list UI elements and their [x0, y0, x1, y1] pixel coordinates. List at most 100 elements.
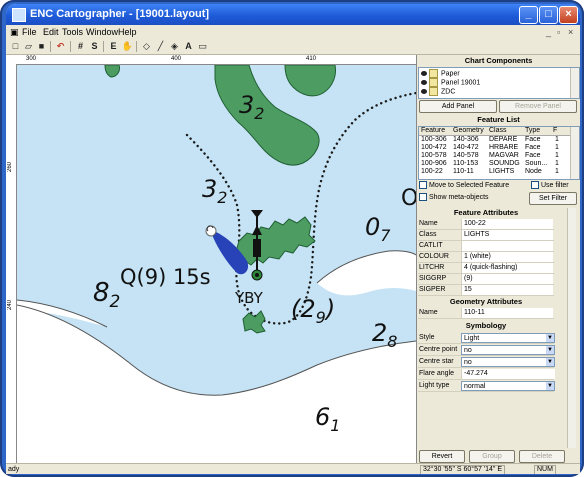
group-button[interactable]: Group — [469, 450, 515, 463]
column-header[interactable]: Feature — [421, 127, 445, 135]
maximize-icon[interactable]: □ — [539, 6, 558, 24]
eye-icon[interactable] — [421, 89, 427, 94]
attribute-value[interactable]: LIGHTS — [461, 230, 553, 240]
save-icon[interactable]: ■ — [35, 40, 48, 52]
component-item[interactable]: ZDC — [421, 87, 455, 96]
select-icon[interactable]: ◇ — [140, 40, 153, 52]
column-header[interactable]: Class — [489, 127, 507, 135]
symbology-name: Style — [419, 334, 435, 341]
attribute-name: SIGGRP — [419, 275, 447, 282]
attribute-value[interactable]: 110-11 — [461, 308, 553, 318]
toolbar-separator — [50, 41, 51, 52]
line-icon[interactable]: ╱ — [154, 40, 167, 52]
centre-point-select[interactable]: no ▼ — [461, 345, 555, 355]
table-header: Feature Geometry Class Type F — [419, 127, 579, 136]
column-header[interactable]: Type — [525, 127, 540, 135]
close-icon[interactable]: × — [559, 6, 578, 24]
title-bar[interactable]: ENC Cartographer - [19001.layout] _ □ × — [6, 4, 580, 25]
feature-attributes-title: Feature Attributes — [417, 208, 555, 218]
table-row[interactable]: 100-306 140-306 DEPARE Face 1 — [419, 136, 579, 144]
attribute-value[interactable]: 1 (white) — [461, 252, 553, 262]
attribute-value[interactable]: 100-22 — [461, 219, 553, 229]
menu-window[interactable]: Window — [86, 25, 118, 39]
light-type-select[interactable]: normal ▼ — [461, 381, 555, 391]
components-list[interactable]: Paper Panel 19001 ZDC — [418, 67, 580, 99]
menu-file[interactable]: File — [22, 25, 37, 39]
s-icon[interactable]: S — [88, 40, 101, 52]
column-header[interactable]: Geometry — [453, 127, 484, 135]
style-select[interactable]: Light ▼ — [461, 333, 555, 343]
status-bar: ady 32°30 '55" S 60°57 '14" E NUM — [6, 463, 580, 474]
component-label: ZDC — [441, 88, 456, 96]
table-row[interactable]: 100-472 140-472 HRBARE Face 1 — [419, 144, 579, 152]
attribute-value[interactable]: 4 (quick-flashing) — [461, 263, 553, 273]
menu-tools[interactable]: Tools — [62, 25, 83, 39]
attribute-value[interactable]: (9) — [461, 274, 553, 284]
doc-icon[interactable]: ▣ — [10, 25, 19, 39]
component-item[interactable]: Panel 19001 — [421, 78, 480, 87]
attribute-value[interactable] — [461, 241, 553, 251]
chevron-down-icon[interactable]: ▼ — [546, 358, 554, 366]
attributes-scrollbar[interactable] — [567, 208, 576, 448]
delete-button[interactable]: Delete — [519, 450, 565, 463]
rect-icon[interactable]: ▭ — [196, 40, 209, 52]
revert-button[interactable]: Revert — [419, 450, 465, 463]
add-panel-button[interactable]: Add Panel — [419, 100, 497, 113]
checkbox-box[interactable] — [531, 181, 539, 190]
remove-panel-button[interactable]: Remove Panel — [499, 100, 577, 113]
checkbox-box[interactable] — [419, 181, 427, 190]
eye-icon[interactable] — [421, 80, 427, 85]
move-to-selected-checkbox[interactable]: Move to Selected Feature — [419, 181, 509, 191]
column-header[interactable]: F — [553, 127, 557, 135]
set-filter-button[interactable]: Set Filter — [529, 192, 577, 205]
area-icon[interactable]: ◈ — [168, 40, 181, 52]
text-tool-icon[interactable]: A — [182, 40, 195, 52]
attribute-row: CATLIT — [418, 241, 554, 252]
use-filter-checkbox[interactable]: Use filter — [531, 181, 569, 191]
minimize-icon[interactable]: _ — [519, 6, 538, 24]
attribute-row: SIGGRP (9) — [418, 274, 554, 285]
e-icon[interactable]: E — [107, 40, 120, 52]
chevron-down-icon[interactable]: ▼ — [546, 382, 554, 390]
components-scrollbar[interactable] — [570, 68, 579, 98]
menu-edit[interactable]: Edit — [43, 25, 59, 39]
table-row[interactable]: 100-906 110-153 SOUNDG Soun... 1 — [419, 160, 579, 168]
app-icon — [12, 8, 26, 22]
feature-table-scrollbar[interactable] — [570, 127, 579, 179]
ruler-top: 300 400 410 — [16, 55, 416, 65]
mdi-minimize-icon[interactable]: _ — [546, 25, 551, 39]
open-icon[interactable]: ▱ — [22, 40, 35, 52]
select-value: Light — [464, 335, 480, 342]
mdi-close-icon[interactable]: × — [568, 25, 573, 39]
chart-canvas[interactable]: 300 400 410 260 240 32 32 07 82 (29) 28 … — [6, 55, 417, 463]
page-icon — [429, 69, 438, 78]
component-item[interactable]: Paper — [421, 69, 460, 78]
flare-angle-field[interactable]: -47.274 — [461, 369, 555, 379]
feature-table[interactable]: Feature Geometry Class Type F 100-306 14… — [418, 126, 580, 180]
light-marker[interactable] — [253, 239, 261, 257]
app-window: ENC Cartographer - [19001.layout] _ □ × … — [6, 4, 580, 474]
pan-icon[interactable]: ✋ — [121, 40, 134, 52]
new-icon[interactable]: □ — [9, 40, 22, 52]
table-cell: 140-578 — [453, 152, 479, 159]
chart-map[interactable]: 32 32 07 82 (29) 28 61 Q(9) 15s YBY O — [17, 65, 416, 463]
table-row[interactable]: 100-578 140-578 MAGVAR Face 1 — [419, 152, 579, 160]
eye-icon[interactable] — [421, 71, 427, 76]
checkbox-label: Show meta-objects — [429, 194, 489, 201]
show-meta-checkbox[interactable]: Show meta-objects — [419, 193, 489, 203]
ruler-tick: 260 — [7, 162, 13, 173]
ruler-tick: 300 — [26, 56, 37, 62]
mdi-restore-icon[interactable]: ▫ — [557, 25, 560, 39]
table-row[interactable]: 100-22 110-11 LIGHTS Node 1 — [419, 168, 579, 176]
attribute-value[interactable]: 15 — [461, 285, 553, 295]
centre-star-select[interactable]: no ▼ — [461, 357, 555, 367]
chevron-down-icon[interactable]: ▼ — [546, 346, 554, 354]
component-label: Paper — [441, 70, 460, 78]
undo-icon[interactable]: ↶ — [54, 40, 67, 52]
table-cell: MAGVAR — [489, 152, 519, 159]
menu-help[interactable]: Help — [118, 25, 137, 39]
symbology-name: Centre point — [419, 346, 458, 353]
chevron-down-icon[interactable]: ▼ — [546, 334, 554, 342]
grid-icon[interactable]: # — [74, 40, 87, 52]
checkbox-box[interactable] — [419, 193, 427, 202]
